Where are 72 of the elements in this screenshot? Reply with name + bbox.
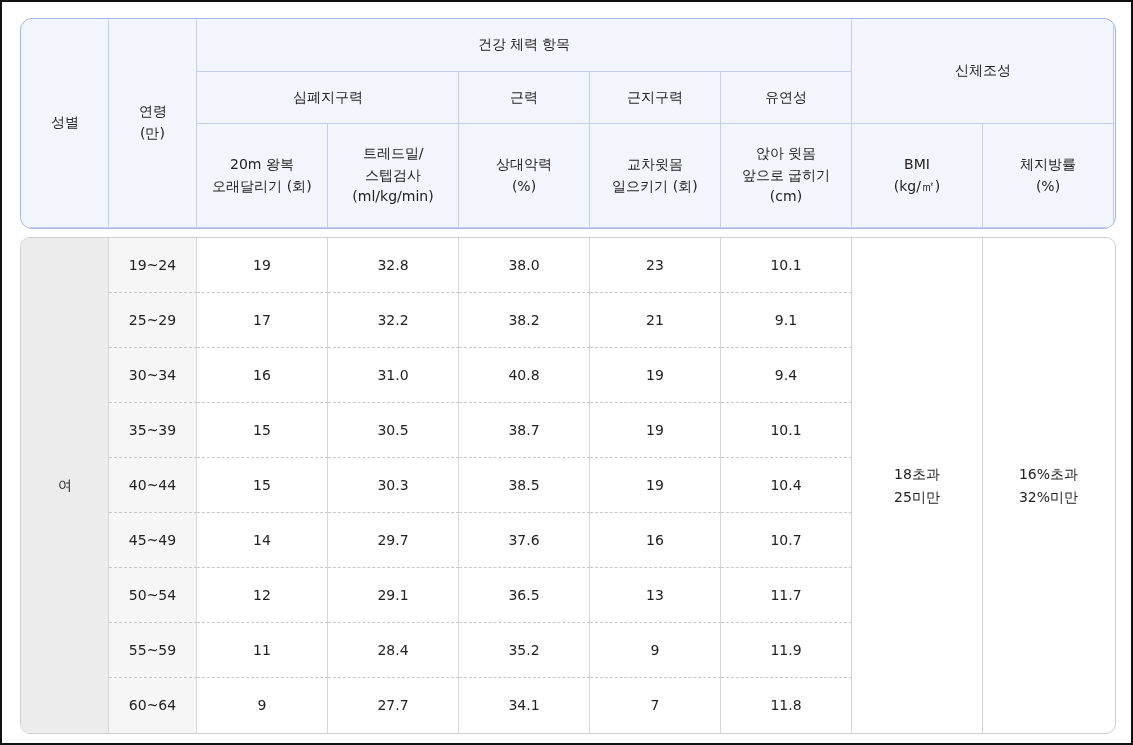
table-cell: 10.1 [721,403,852,458]
category-header: 심폐지구력 [197,72,459,124]
table-cell: 45~49 [109,513,197,568]
table-cell: 23 [590,238,721,293]
table-cell: 28.4 [328,623,459,678]
table-cell: 15 [197,403,328,458]
table-cell: 55~59 [109,623,197,678]
column-header: 앉아 윗몸 앞으로 굽히기 (cm) [721,124,852,228]
table-cell: 10.4 [721,458,852,513]
table-cell: 38.5 [459,458,590,513]
table-cell: 29.7 [328,513,459,568]
table-cell: 여 [21,238,109,733]
table-cell: 9 [590,623,721,678]
table-cell: 35.2 [459,623,590,678]
table-cell: 32.2 [328,293,459,348]
table-cell: 11 [197,623,328,678]
table-cell: 7 [590,678,721,733]
table-cell: 21 [590,293,721,348]
table-cell: 12 [197,568,328,623]
table-cell: 30.3 [328,458,459,513]
table-cell: 40~44 [109,458,197,513]
table-cell: 50~54 [109,568,197,623]
table-cell: 36.5 [459,568,590,623]
table-cell: 30.5 [328,403,459,458]
column-header: 성별 [21,19,109,228]
table-cell: 9.1 [721,293,852,348]
column-header: 연령 (만) [109,19,197,228]
table-cell: 40.8 [459,348,590,403]
table-cell: 17 [197,293,328,348]
table-cell: 19 [197,238,328,293]
table-cell: 19 [590,403,721,458]
column-header: 트레드밀/ 스텝검사 (ml/kg/min) [328,124,459,228]
table-cell: 38.7 [459,403,590,458]
category-header: 근력 [459,72,590,124]
table-cell: 11.8 [721,678,852,733]
table-cell: 9 [197,678,328,733]
table-cell: 60~64 [109,678,197,733]
category-header: 근지구력 [590,72,721,124]
table-cell: 19 [590,348,721,403]
table-cell: 14 [197,513,328,568]
category-header: 유연성 [721,72,852,124]
table-cell: 29.1 [328,568,459,623]
column-header: BMI (kg/㎡) [852,124,983,228]
column-header: 교차윗몸 일으키기 (회) [590,124,721,228]
table-cell: 9.4 [721,348,852,403]
table-cell: 31.0 [328,348,459,403]
column-header: 상대악력 (%) [459,124,590,228]
table-cell: 19 [590,458,721,513]
table-cell: 10.1 [721,238,852,293]
table-cell: 27.7 [328,678,459,733]
table-cell: 16 [590,513,721,568]
table-cell: 30~34 [109,348,197,403]
table-cell-text: 16%초과 32%미만 [1017,465,1080,507]
table-cell: 32.8 [328,238,459,293]
table-cell: 38.0 [459,238,590,293]
table-cell: 11.7 [721,568,852,623]
table-cell: 35~39 [109,403,197,458]
table-cell: 38.2 [459,293,590,348]
table-cell: 13 [590,568,721,623]
table-cell: 11.9 [721,623,852,678]
table-cell: 10.7 [721,513,852,568]
group-header: 신체조성 [852,19,1114,124]
group-header: 건강 체력 항목 [197,19,852,72]
table-cell: 25~29 [109,293,197,348]
table-cell: 15 [197,458,328,513]
table-cell: 19~24 [109,238,197,293]
table-cell: 18초과 25미만 [852,238,983,733]
table-cell: 37.6 [459,513,590,568]
table-cell: 16 [197,348,328,403]
column-header: 체지방률 (%) [983,124,1114,228]
column-header: 20m 왕복 오래달리기 (회) [197,124,328,228]
table-cell: 34.1 [459,678,590,733]
